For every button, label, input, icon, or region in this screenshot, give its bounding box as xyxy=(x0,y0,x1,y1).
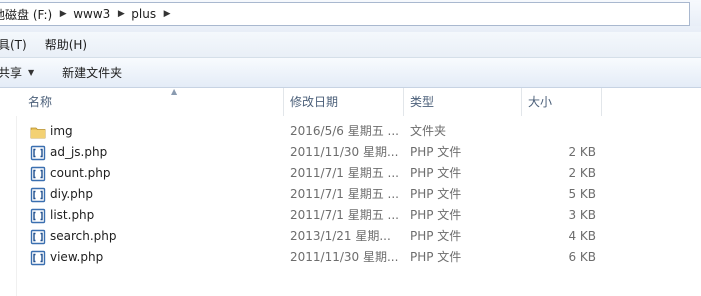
file-size: 2 KB xyxy=(568,145,596,159)
file-row[interactable]: img 2016/5/6 星期五 ... 文件夹 xyxy=(0,121,701,142)
file-row[interactable]: ad_js.php 2011/11/30 星期... PHP 文件 2 KB xyxy=(0,142,701,163)
file-type: 文件夹 xyxy=(410,124,447,138)
file-name-cell: ad_js.php xyxy=(30,142,282,163)
file-name-cell: img xyxy=(30,121,282,142)
address-bar: 地磁盘 (F:) ▶ www3 ▶ plus ▶ xyxy=(0,0,701,32)
file-date: 2011/7/1 星期五 ... xyxy=(290,187,399,201)
column-headers: ▲ 名称 修改日期 类型 大小 xyxy=(0,87,701,116)
file-row[interactable]: diy.php 2011/7/1 星期五 ... PHP 文件 5 KB xyxy=(0,184,701,205)
menu-item-tools[interactable]: 具(T) xyxy=(0,36,33,53)
file-name: list.php xyxy=(50,208,95,222)
php-file-icon xyxy=(30,208,46,224)
breadcrumb-item-plus[interactable]: plus ▶ xyxy=(128,3,174,25)
chevron-right-icon[interactable]: ▶ xyxy=(56,9,70,19)
file-name-cell: view.php xyxy=(30,247,282,268)
file-row[interactable]: list.php 2011/7/1 星期五 ... PHP 文件 3 KB xyxy=(0,205,701,226)
php-file-icon xyxy=(30,145,46,161)
php-file-icon xyxy=(30,187,46,203)
column-header-type[interactable]: 类型 xyxy=(404,88,522,116)
column-header-name-label: 名称 xyxy=(28,95,53,109)
new-folder-button[interactable]: 新建文件夹 xyxy=(62,64,122,81)
file-size xyxy=(524,121,596,142)
share-button[interactable]: 共享 ▼ xyxy=(0,64,34,81)
file-date: 2011/11/30 星期... xyxy=(290,250,399,264)
column-header-size[interactable]: 大小 xyxy=(522,88,602,116)
file-size: 3 KB xyxy=(568,208,596,222)
file-date: 2011/11/30 星期... xyxy=(290,145,399,159)
chevron-down-icon: ▼ xyxy=(28,68,35,77)
file-name: ad_js.php xyxy=(50,145,108,159)
breadcrumb-label: plus xyxy=(131,7,157,21)
php-file-icon xyxy=(30,250,46,266)
file-type: PHP 文件 xyxy=(410,145,462,159)
file-name: search.php xyxy=(50,229,117,243)
file-type: PHP 文件 xyxy=(410,166,462,180)
breadcrumb-item-www3[interactable]: www3 ▶ xyxy=(70,3,128,25)
file-size: 2 KB xyxy=(568,166,596,180)
column-header-size-label: 大小 xyxy=(528,95,553,109)
file-type: PHP 文件 xyxy=(410,187,462,201)
file-name: img xyxy=(50,124,73,138)
column-header-type-label: 类型 xyxy=(410,95,435,109)
file-date: 2011/7/1 星期五 ... xyxy=(290,208,399,222)
menu-bar: 具(T) 帮助(H) xyxy=(0,32,701,58)
file-date: 2011/7/1 星期五 ... xyxy=(290,166,399,180)
file-size: 4 KB xyxy=(568,229,596,243)
breadcrumb-item-drive[interactable]: 地磁盘 (F:) ▶ xyxy=(0,3,70,25)
breadcrumb-label: www3 xyxy=(73,7,111,21)
command-bar: 共享 ▼ 新建文件夹 xyxy=(0,58,701,88)
breadcrumb[interactable]: 地磁盘 (F:) ▶ www3 ▶ plus ▶ xyxy=(0,2,690,26)
file-size: 5 KB xyxy=(568,187,596,201)
file-name: count.php xyxy=(50,166,111,180)
php-file-icon xyxy=(30,166,46,182)
menu-item-help[interactable]: 帮助(H) xyxy=(45,36,93,53)
chevron-right-icon[interactable]: ▶ xyxy=(160,9,174,19)
file-list: ▲ 名称 修改日期 类型 大小 img 2016/5/6 星期五 ... 文件夹 ad… xyxy=(0,87,701,296)
folder-icon xyxy=(30,124,46,140)
chevron-right-icon[interactable]: ▶ xyxy=(114,9,128,19)
file-type: PHP 文件 xyxy=(410,229,462,243)
file-name-cell: count.php xyxy=(30,163,282,184)
address-bar-edge xyxy=(690,2,701,26)
column-header-name[interactable]: ▲ 名称 xyxy=(22,87,284,116)
file-name-cell: search.php xyxy=(30,226,282,247)
new-folder-label: 新建文件夹 xyxy=(62,66,123,80)
column-header-date-label: 修改日期 xyxy=(290,95,339,109)
share-label: 共享 xyxy=(0,66,23,80)
file-size: 6 KB xyxy=(568,250,596,264)
file-row[interactable]: search.php 2013/1/21 星期... PHP 文件 4 KB xyxy=(0,226,701,247)
file-row[interactable]: count.php 2011/7/1 星期五 ... PHP 文件 2 KB xyxy=(0,163,701,184)
sort-ascending-icon: ▲ xyxy=(171,87,178,96)
file-name-cell: list.php xyxy=(30,205,282,226)
file-date: 2013/1/21 星期... xyxy=(290,229,391,243)
php-file-icon xyxy=(30,229,46,245)
file-name-cell: diy.php xyxy=(30,184,282,205)
file-type: PHP 文件 xyxy=(410,250,462,264)
column-header-date[interactable]: 修改日期 xyxy=(284,88,404,116)
file-row[interactable]: view.php 2011/11/30 星期... PHP 文件 6 KB xyxy=(0,247,701,268)
file-date: 2016/5/6 星期五 ... xyxy=(290,124,399,138)
file-type: PHP 文件 xyxy=(410,208,462,222)
file-name: diy.php xyxy=(50,187,93,201)
breadcrumb-label: 地磁盘 (F:) xyxy=(0,7,53,22)
file-name: view.php xyxy=(50,250,104,264)
